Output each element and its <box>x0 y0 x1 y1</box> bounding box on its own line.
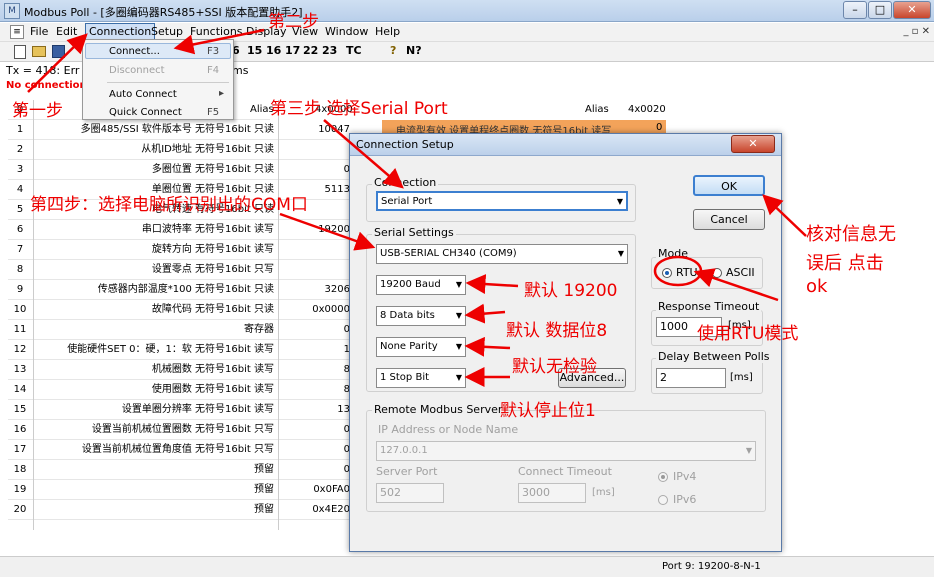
annotation-ok-line2: 误后 点击 <box>806 253 884 274</box>
annotation-arrows <box>27 28 807 387</box>
arrow-rtu <box>693 268 779 302</box>
annotation-ok-line3: ok <box>806 276 828 297</box>
annotation-parity: 默认无检验 <box>512 357 597 377</box>
arrow-ok <box>762 194 807 237</box>
annotation-rtu: 使用RTU模式 <box>697 324 799 344</box>
arrow-step4 <box>279 212 376 251</box>
annotation-step2: 第二步 <box>268 12 319 32</box>
annotation-databits: 默认 数据位8 <box>506 321 608 341</box>
arrow-databits <box>464 303 506 324</box>
annotation-stopbits: 默认停止位1 <box>500 401 596 421</box>
arrow-step3 <box>323 119 404 189</box>
rtu-highlight-circle <box>653 255 703 287</box>
arrow-baud <box>465 274 519 295</box>
arrow-step1 <box>27 33 88 93</box>
annotation-step1: 第一步 <box>12 101 63 121</box>
annotation-step4: 第四步：选择电脑所识别出的COM口 <box>30 195 308 215</box>
annotation-ok-line1: 核对信息无 <box>806 224 896 245</box>
annotation-baud: 默认 19200 <box>524 281 618 301</box>
arrow-step2 <box>173 28 265 55</box>
arrow-parity <box>464 336 511 357</box>
annotation-step3: 第三步 选择Serial Port <box>270 99 448 119</box>
